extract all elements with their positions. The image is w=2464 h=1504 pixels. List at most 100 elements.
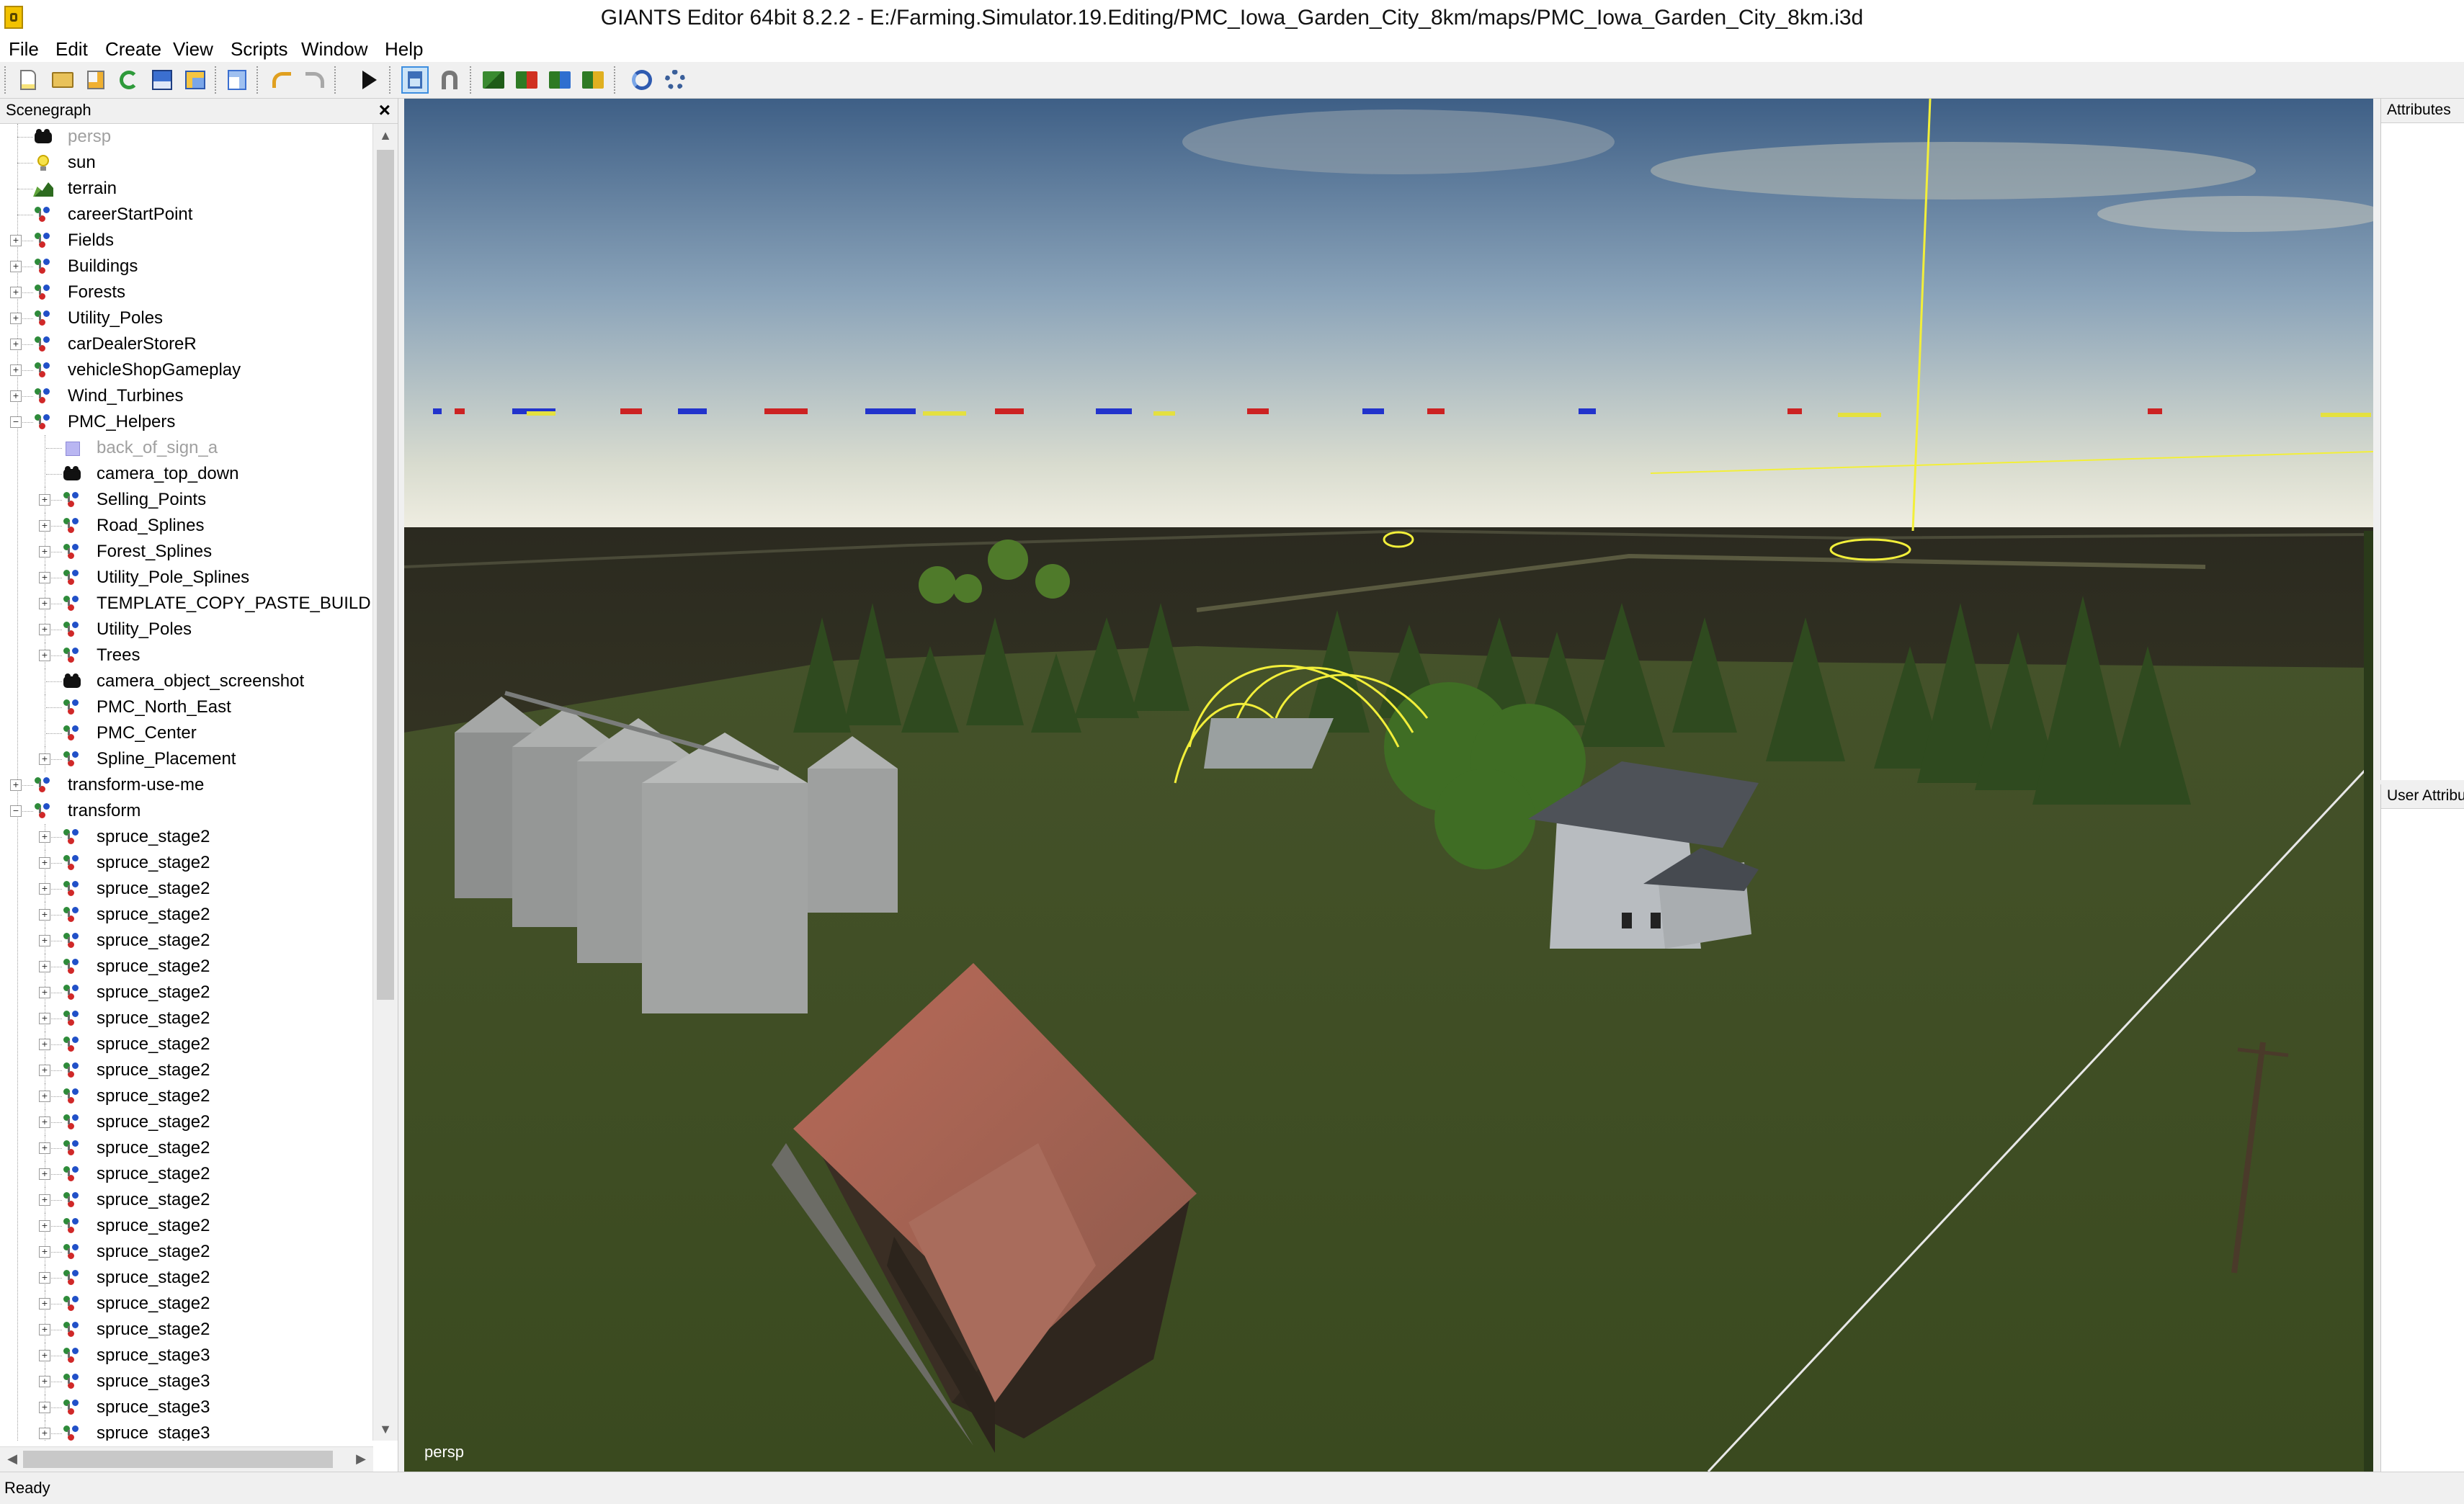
expand-icon[interactable]: + xyxy=(10,235,22,246)
refresh-scene-icon[interactable] xyxy=(628,66,656,94)
tree-item[interactable]: camera_object_screenshot xyxy=(0,668,372,694)
new-file-icon[interactable] xyxy=(14,66,42,94)
tree-item[interactable]: + Fields xyxy=(0,228,372,254)
tree-item[interactable]: + TEMPLATE_COPY_PASTE_BUILD xyxy=(0,591,372,617)
expand-icon[interactable]: + xyxy=(39,1220,50,1232)
tree-item[interactable]: + Road_Splines xyxy=(0,513,372,539)
tree-item[interactable]: + spruce_stage2 xyxy=(0,1031,372,1057)
expand-icon[interactable]: + xyxy=(39,1116,50,1128)
menu-create[interactable]: Create xyxy=(102,38,164,61)
expand-icon[interactable]: + xyxy=(39,753,50,765)
tree-item[interactable]: + spruce_stage2 xyxy=(0,876,372,902)
expand-icon[interactable]: + xyxy=(39,987,50,998)
tree-item[interactable]: + spruce_stage2 xyxy=(0,1187,372,1213)
tree-item[interactable]: + spruce_stage2 xyxy=(0,1239,372,1265)
expand-icon[interactable]: + xyxy=(39,624,50,635)
tree-item[interactable]: + spruce_stage2 xyxy=(0,1006,372,1031)
tree-item[interactable]: + spruce_stage3 xyxy=(0,1420,372,1441)
3d-viewport[interactable]: persp xyxy=(404,99,2373,1472)
tree-item[interactable]: + spruce_stage2 xyxy=(0,1083,372,1109)
expand-icon[interactable]: + xyxy=(39,1065,50,1076)
expand-icon[interactable]: + xyxy=(39,1246,50,1258)
expand-icon[interactable]: + xyxy=(39,1402,50,1413)
scenegraph-horizontal-scrollbar[interactable]: ◀ ▶ xyxy=(0,1446,373,1472)
expand-icon[interactable]: + xyxy=(39,650,50,661)
tree-item[interactable]: + spruce_stage2 xyxy=(0,824,372,850)
expand-icon[interactable]: + xyxy=(39,909,50,921)
tree-item[interactable]: + vehicleShopGameplay xyxy=(0,357,372,383)
tree-item[interactable]: + spruce_stage2 xyxy=(0,1109,372,1135)
magnet-icon[interactable] xyxy=(436,66,463,94)
expand-icon[interactable]: + xyxy=(39,831,50,843)
scroll-right-arrow-icon[interactable]: ▶ xyxy=(349,1447,373,1470)
menu-file[interactable]: File xyxy=(6,38,42,61)
scenegraph-tree[interactable]: persp sun terrain careerStartPoint + Fields + B… xyxy=(0,124,372,1441)
import-icon[interactable] xyxy=(223,66,251,94)
tree-item[interactable]: + carDealerStoreR xyxy=(0,331,372,357)
expand-icon[interactable]: + xyxy=(10,364,22,376)
close-icon[interactable]: × xyxy=(379,99,390,122)
tree-item[interactable]: + spruce_stage2 xyxy=(0,1213,372,1239)
tree-item[interactable]: + spruce_stage2 xyxy=(0,980,372,1006)
tree-item[interactable]: sun xyxy=(0,150,372,176)
reload-icon[interactable] xyxy=(115,66,143,94)
export-icon[interactable] xyxy=(182,66,209,94)
expand-icon[interactable]: + xyxy=(39,883,50,895)
tree-item[interactable]: − PMC_Helpers xyxy=(0,409,372,435)
edit-file-icon[interactable] xyxy=(82,66,110,94)
tree-item[interactable]: + Buildings xyxy=(0,254,372,279)
tree-item[interactable]: + transform-use-me xyxy=(0,772,372,798)
menu-scripts[interactable]: Scripts xyxy=(228,38,290,61)
terrain-sculpt-icon[interactable] xyxy=(480,66,507,94)
open-folder-icon[interactable] xyxy=(49,66,76,94)
tree-item[interactable]: − transform xyxy=(0,798,372,824)
expand-icon[interactable]: + xyxy=(39,1142,50,1154)
select-mode-icon[interactable] xyxy=(401,66,429,94)
tree-item[interactable]: + Forest_Splines xyxy=(0,539,372,565)
tree-item[interactable]: + spruce_stage2 xyxy=(0,928,372,954)
tree-item[interactable]: careerStartPoint xyxy=(0,202,372,228)
tree-item[interactable]: PMC_Center xyxy=(0,720,372,746)
tree-item[interactable]: persp xyxy=(0,124,372,150)
tree-item[interactable]: back_of_sign_a xyxy=(0,435,372,461)
settings-icon[interactable] xyxy=(661,66,689,94)
expand-icon[interactable]: + xyxy=(39,546,50,558)
expand-icon[interactable]: + xyxy=(39,1194,50,1206)
expand-icon[interactable]: + xyxy=(10,779,22,791)
tree-item[interactable]: + spruce_stage2 xyxy=(0,1057,372,1083)
tree-item[interactable]: + Trees xyxy=(0,643,372,668)
tree-item[interactable]: + spruce_stage3 xyxy=(0,1343,372,1369)
menu-view[interactable]: View xyxy=(170,38,216,61)
menu-help[interactable]: Help xyxy=(382,38,426,61)
tree-item[interactable]: + Selling_Points xyxy=(0,487,372,513)
expand-icon[interactable]: + xyxy=(39,935,50,946)
expand-icon[interactable]: + xyxy=(39,1324,50,1335)
scroll-left-arrow-icon[interactable]: ◀ xyxy=(0,1447,24,1470)
expand-icon[interactable]: + xyxy=(39,1298,50,1310)
tree-item[interactable]: + Utility_Poles xyxy=(0,305,372,331)
expand-icon[interactable]: + xyxy=(39,1428,50,1439)
expand-icon[interactable]: + xyxy=(39,1091,50,1102)
tree-item[interactable]: + Utility_Pole_Splines xyxy=(0,565,372,591)
expand-icon[interactable]: + xyxy=(39,1013,50,1024)
tree-item[interactable]: + Forests xyxy=(0,279,372,305)
tree-item[interactable]: camera_top_down xyxy=(0,461,372,487)
expand-icon[interactable]: + xyxy=(39,494,50,506)
tree-item[interactable]: PMC_North_East xyxy=(0,694,372,720)
expand-icon[interactable]: + xyxy=(39,520,50,532)
expand-icon[interactable]: + xyxy=(39,857,50,869)
expand-icon[interactable]: + xyxy=(39,572,50,583)
tree-item[interactable]: + spruce_stage2 xyxy=(0,902,372,928)
play-icon[interactable] xyxy=(356,66,383,94)
expand-icon[interactable]: + xyxy=(39,1168,50,1180)
scrollbar-thumb[interactable] xyxy=(377,150,394,1000)
expand-icon[interactable]: + xyxy=(10,287,22,298)
tree-item[interactable]: + Spline_Placement xyxy=(0,746,372,772)
expand-icon[interactable]: + xyxy=(10,313,22,324)
expand-icon[interactable]: + xyxy=(39,1272,50,1284)
collapse-icon[interactable]: − xyxy=(10,805,22,817)
expand-icon[interactable]: + xyxy=(39,1350,50,1361)
scroll-up-arrow-icon[interactable]: ▲ xyxy=(373,124,398,147)
scrollbar-thumb[interactable] xyxy=(23,1451,333,1468)
foliage-paint-icon[interactable] xyxy=(546,66,573,94)
